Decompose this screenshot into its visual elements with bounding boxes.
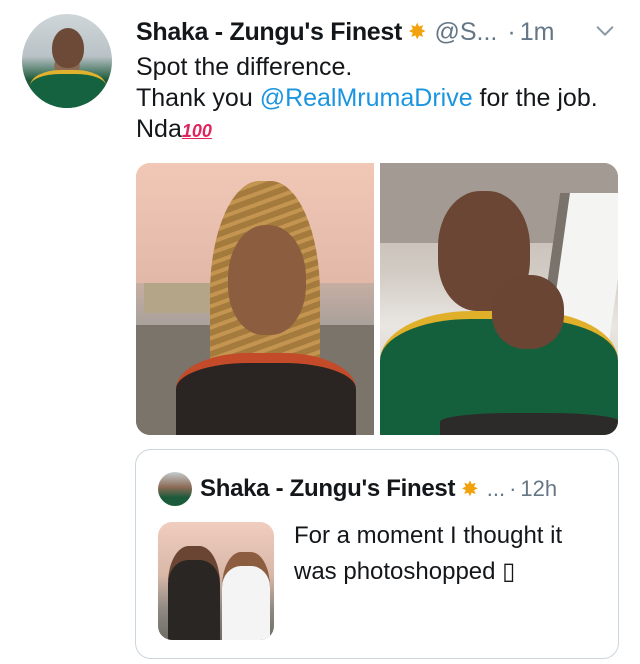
tweet-media [136,163,618,435]
sparkle-emoji-icon: ✸ [461,477,479,501]
photo-man-in-car[interactable] [380,163,618,435]
hundred-points-icon: 100 [181,121,212,141]
sparkle-emoji-icon: ✸ [408,19,427,44]
photo-hand [492,275,564,349]
separator-dot: · [509,476,517,501]
tweet: Shaka - Zungu's Finest ✸ @S... · 1m Spot… [0,0,640,664]
text-fragment: for the job. [472,84,598,112]
tweet-text: Spot the difference. Thank you @RealMrum… [136,52,626,147]
quoted-tweet-header: Shaka - Zungu's Finest ✸ ... · 12h [200,472,557,506]
photo-steering-wheel [440,413,618,435]
separator-dot: · [507,17,516,46]
quoted-author-avatar [158,472,192,506]
text-fragment: Nda [136,115,182,143]
tweet-text-line-3: Nda100 [136,114,626,147]
author-name[interactable]: Shaka - Zungu's Finest [136,18,402,47]
avatar-shirt [30,70,106,108]
quoted-tweet-timestamp: 12h [520,476,558,501]
quoted-author-name: Shaka - Zungu's Finest [200,475,456,502]
quoted-tweet-thumbnail [158,522,274,640]
quoted-tweet[interactable]: Shaka - Zungu's Finest ✸ ... · 12h For a… [135,449,619,659]
quoted-truncated-handle: ... [486,476,506,501]
tweet-timestamp[interactable]: 1m [520,18,555,47]
photo-woman[interactable] [136,163,374,435]
tweet-header: Shaka - Zungu's Finest ✸ @S... · 1m [136,14,554,50]
photo-building [144,283,214,313]
mention-link[interactable]: @RealMrumaDrive [260,84,473,112]
thumbnail-man [168,546,220,640]
avatar-face [52,28,84,68]
photo-face [228,225,306,335]
thumbnail-woman [222,552,270,640]
author-avatar[interactable] [22,14,112,108]
author-handle[interactable]: @S... [434,18,497,47]
photo-top [176,353,356,435]
tweet-text-line-2: Thank you @RealMrumaDrive for the job. [136,83,626,114]
quoted-tweet-text: For a moment I thought it was photoshopp… [294,522,563,585]
tweet-text-line-1: Spot the difference. [136,53,353,81]
chevron-down-icon[interactable] [594,20,616,42]
text-fragment: Thank you [136,84,260,112]
